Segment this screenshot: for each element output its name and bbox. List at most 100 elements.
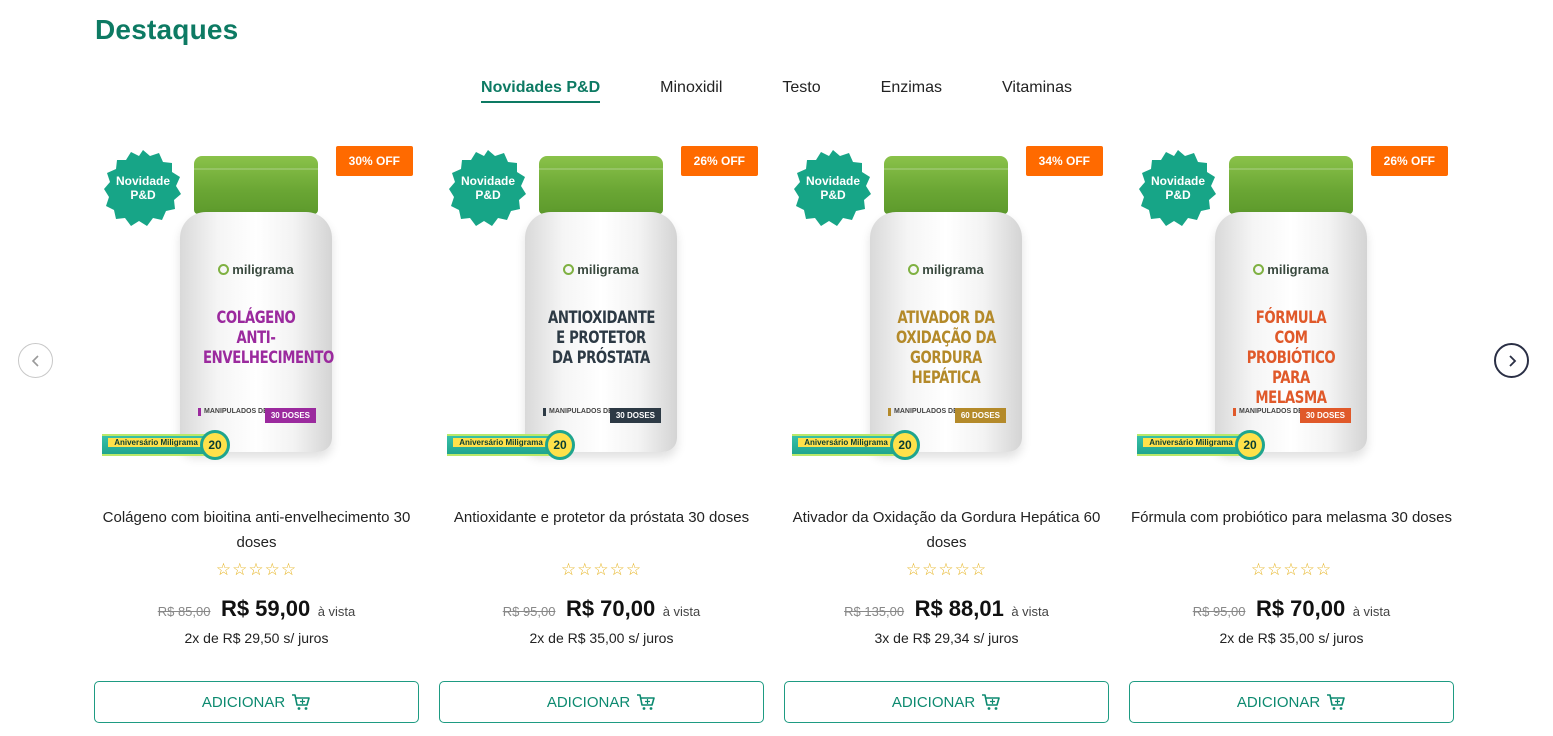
bottle-label: miligrama Antioxidante e Protetor da Pró… bbox=[525, 212, 677, 452]
brand-name: miligrama bbox=[1267, 262, 1329, 277]
tab-minoxidil[interactable]: Minoxidil bbox=[660, 79, 722, 103]
old-price: R$ 95,00 bbox=[1192, 604, 1246, 619]
add-to-cart-button[interactable]: ADICIONAR bbox=[94, 681, 419, 723]
brand-name: miligrama bbox=[577, 262, 639, 277]
brand-logo: miligrama bbox=[1215, 262, 1367, 277]
tab-vitaminas[interactable]: Vitaminas bbox=[1002, 79, 1072, 103]
tab-testo[interactable]: Testo bbox=[782, 79, 820, 103]
rating-stars: ☆☆☆☆☆ bbox=[1250, 560, 1333, 579]
product-image[interactable]: Novidade P&D 26% OFF miligrama Fórmula c… bbox=[1129, 138, 1454, 473]
product-name[interactable]: Colágeno com bioitina anti-envelheciment… bbox=[94, 505, 419, 555]
carousel-next-button[interactable] bbox=[1494, 343, 1529, 378]
product-card[interactable]: Novidade P&D 26% OFF miligrama Fórmula c… bbox=[1129, 138, 1454, 728]
add-to-cart-button[interactable]: ADICIONAR bbox=[1129, 681, 1454, 723]
old-price: R$ 135,00 bbox=[844, 604, 905, 619]
label-doses: 30 DOSES bbox=[609, 408, 661, 423]
current-price: R$ 70,00 bbox=[565, 596, 656, 621]
category-tabs: Novidades P&D Minoxidil Testo Enzimas Vi… bbox=[0, 79, 1553, 103]
product-carousel: Novidade P&D 30% OFF miligrama Colágeno … bbox=[94, 138, 1454, 728]
brand-logo: miligrama bbox=[525, 262, 677, 277]
product-image[interactable]: Novidade P&D 26% OFF miligrama Antioxida… bbox=[439, 138, 764, 473]
cart-icon bbox=[1327, 694, 1345, 710]
label-doses: 30 DOSES bbox=[1299, 408, 1351, 423]
price-line: R$ 95,00 R$ 70,00 à vista bbox=[1129, 596, 1454, 622]
cart-icon bbox=[637, 694, 655, 710]
price-line: R$ 85,00 R$ 59,00 à vista bbox=[94, 596, 419, 622]
bottle-cap bbox=[884, 156, 1008, 214]
label-doses: 30 DOSES bbox=[264, 408, 316, 423]
leaf-icon bbox=[218, 264, 230, 275]
anniversary-label: Aniversário Miligrama bbox=[453, 438, 549, 447]
price-line: R$ 95,00 R$ 70,00 à vista bbox=[439, 596, 764, 622]
chevron-left-icon bbox=[31, 354, 39, 367]
label-product-name: Antioxidante e Protetor da Próstata bbox=[547, 308, 656, 368]
novidade-badge-label: Novidade P&D bbox=[805, 174, 860, 202]
novidade-badge-label: Novidade P&D bbox=[1150, 174, 1205, 202]
installments: 3x de R$ 29,34 s/ juros bbox=[874, 630, 1019, 646]
rating-stars: ☆☆☆☆☆ bbox=[905, 560, 988, 579]
label-product-name: Ativador da Oxidação da Gordura Hepática bbox=[895, 308, 997, 388]
cart-icon bbox=[292, 694, 310, 710]
brand-logo: miligrama bbox=[180, 262, 332, 277]
product-card[interactable]: Novidade P&D 34% OFF miligrama Ativador … bbox=[784, 138, 1109, 728]
tab-enzimas[interactable]: Enzimas bbox=[881, 79, 942, 103]
product-image[interactable]: Novidade P&D 34% OFF miligrama Ativador … bbox=[784, 138, 1109, 473]
product-card[interactable]: Novidade P&D 30% OFF miligrama Colágeno … bbox=[94, 138, 419, 728]
discount-badge: 30% OFF bbox=[335, 146, 413, 176]
anniversary-banner: Aniversário Miligrama 20 bbox=[447, 430, 577, 460]
anniversary-seal: 20 bbox=[200, 430, 230, 460]
current-price: R$ 70,00 bbox=[1255, 596, 1346, 621]
chevron-right-icon bbox=[1508, 354, 1516, 367]
leaf-icon bbox=[563, 264, 575, 275]
add-button-label: ADICIONAR bbox=[891, 693, 976, 711]
anniversary-label: Aniversário Miligrama bbox=[108, 438, 204, 447]
discount-badge: 26% OFF bbox=[680, 146, 758, 176]
discount-badge: 34% OFF bbox=[1025, 146, 1103, 176]
bottle-cap bbox=[194, 156, 318, 214]
product-bottle: miligrama Fórmula com Probiótico para Me… bbox=[1215, 156, 1367, 456]
old-price: R$ 85,00 bbox=[157, 604, 211, 619]
product-name[interactable]: Ativador da Oxidação da Gordura Hepática… bbox=[784, 505, 1109, 555]
bottle-label: miligrama Colágeno Anti-Envelhecimento M… bbox=[180, 212, 334, 452]
anniversary-seal: 20 bbox=[1235, 430, 1265, 460]
rating-stars: ☆☆☆☆☆ bbox=[215, 560, 298, 579]
cash-note: à vista bbox=[1011, 604, 1049, 619]
bottle-label: miligrama Fórmula com Probiótico para Me… bbox=[1215, 212, 1367, 452]
product-name[interactable]: Fórmula com probiótico para melasma 30 d… bbox=[1129, 505, 1454, 530]
label-doses: 60 DOSES bbox=[954, 408, 1006, 423]
anniversary-banner: Aniversário Miligrama 20 bbox=[1137, 430, 1267, 460]
rating-stars: ☆☆☆☆☆ bbox=[560, 560, 643, 579]
label-product-name: Colágeno Anti-Envelhecimento bbox=[202, 308, 334, 368]
leaf-icon bbox=[908, 264, 920, 275]
add-to-cart-button[interactable]: ADICIONAR bbox=[439, 681, 764, 723]
product-bottle: miligrama Colágeno Anti-Envelhecimento M… bbox=[180, 156, 334, 456]
bottle-label: miligrama Ativador da Oxidação da Gordur… bbox=[870, 212, 1022, 452]
installments: 2x de R$ 29,50 s/ juros bbox=[184, 630, 329, 646]
brand-name: miligrama bbox=[232, 262, 294, 277]
cart-icon bbox=[982, 694, 1000, 710]
cash-note: à vista bbox=[1352, 604, 1391, 619]
current-price: R$ 88,01 bbox=[914, 596, 1004, 621]
installments: 2x de R$ 35,00 s/ juros bbox=[1219, 630, 1364, 646]
product-name[interactable]: Antioxidante e protetor da próstata 30 d… bbox=[439, 505, 764, 530]
novidade-badge-label: Novidade P&D bbox=[115, 174, 170, 202]
brand-name: miligrama bbox=[922, 262, 984, 277]
product-image[interactable]: Novidade P&D 30% OFF miligrama Colágeno … bbox=[94, 138, 419, 473]
add-to-cart-button[interactable]: ADICIONAR bbox=[784, 681, 1109, 723]
tab-novidades-pd[interactable]: Novidades P&D bbox=[481, 79, 601, 103]
add-button-label: ADICIONAR bbox=[1236, 693, 1321, 711]
anniversary-label: Aniversário Miligrama bbox=[798, 438, 894, 447]
brand-logo: miligrama bbox=[870, 262, 1022, 277]
novidade-badge-label: Novidade P&D bbox=[460, 174, 515, 202]
bottle-cap bbox=[1229, 156, 1353, 214]
anniversary-banner: Aniversário Miligrama 20 bbox=[792, 430, 922, 460]
product-card[interactable]: Novidade P&D 26% OFF miligrama Antioxida… bbox=[439, 138, 764, 728]
old-price: R$ 95,00 bbox=[502, 604, 556, 619]
add-button-label: ADICIONAR bbox=[546, 693, 631, 711]
carousel-prev-button[interactable] bbox=[18, 343, 53, 378]
installments: 2x de R$ 35,00 s/ juros bbox=[529, 630, 674, 646]
product-bottle: miligrama Antioxidante e Protetor da Pró… bbox=[525, 156, 677, 456]
anniversary-seal: 20 bbox=[545, 430, 575, 460]
cash-note: à vista bbox=[317, 604, 356, 619]
discount-badge: 26% OFF bbox=[1370, 146, 1448, 176]
